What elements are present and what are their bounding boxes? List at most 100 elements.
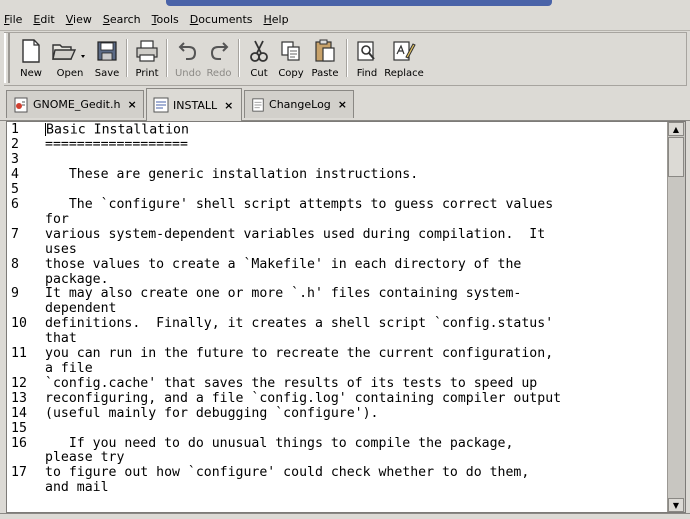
line-number: 11 [11, 346, 27, 362]
vertical-scrollbar[interactable]: ▲ ▼ [667, 122, 685, 512]
line-text[interactable]: and mail [45, 480, 109, 496]
line-number: 5 [11, 182, 19, 198]
line-text[interactable]: definitions. Finally, it creates a shell… [45, 316, 553, 332]
new-document-icon [21, 37, 41, 65]
redo-button[interactable]: Redo [204, 33, 234, 83]
editor-line[interactable]: that [7, 331, 667, 347]
editor-line[interactable]: 12 `config.cache' that saves the results … [7, 375, 667, 392]
clipboard-icon [314, 37, 336, 65]
editor-line[interactable]: 8 those values to create a `Makefile' in … [7, 257, 667, 273]
line-text[interactable]: those values to create a `Makefile' in e… [45, 257, 521, 273]
floppy-disk-icon [96, 37, 118, 65]
menu-documents[interactable]: Documents [185, 13, 259, 26]
line-text[interactable]: a file [45, 361, 93, 377]
status-bar [0, 513, 690, 519]
save-button[interactable]: Save [92, 33, 122, 83]
header-file-icon [14, 97, 28, 112]
undo-arrow-icon [178, 37, 198, 65]
line-number [7, 362, 45, 377]
editor-line[interactable]: 15 [7, 421, 667, 437]
tab-gnome-gedit-h[interactable]: GNOME_Gedit.h × [6, 90, 144, 118]
editor-line[interactable]: 2 ================== [7, 138, 667, 153]
printer-icon [135, 37, 159, 65]
editor-line[interactable]: 6 The `configure' shell script attempts … [7, 197, 667, 213]
line-number: 16 [11, 435, 27, 451]
editor-line[interactable]: 4 These are generic installation instruc… [7, 167, 667, 183]
undo-button[interactable]: Undo [172, 33, 204, 83]
tab-close-icon[interactable]: × [224, 99, 233, 112]
line-text[interactable]: for [45, 212, 69, 228]
editor-line[interactable]: for [7, 212, 667, 228]
line-text[interactable]: various system-dependent variables used … [45, 227, 545, 243]
text-file-icon [252, 97, 264, 112]
line-number [7, 302, 45, 317]
open-folder-icon [51, 37, 89, 65]
line-text[interactable]: If you need to do unusual things to comp… [45, 436, 514, 452]
print-button[interactable]: Print [132, 33, 162, 83]
editor-line[interactable]: a file [7, 361, 667, 377]
line-text[interactable]: (useful mainly for debugging `configure'… [45, 406, 378, 422]
cut-button[interactable]: Cut [244, 33, 274, 83]
find-button[interactable]: Find [352, 33, 382, 83]
editor-line[interactable]: 16 If you need to do unusual things to c… [7, 435, 667, 452]
menu-file[interactable]: File [0, 13, 28, 26]
editor-line[interactable]: 3 [7, 152, 667, 168]
scroll-down-icon[interactable]: ▼ [668, 498, 684, 512]
line-number: 2 [11, 137, 19, 153]
line-text[interactable]: you can run in the future to recreate th… [45, 346, 553, 362]
editor-line[interactable]: 5 [7, 182, 667, 198]
tab-install[interactable]: INSTALL × [146, 88, 242, 121]
copy-button[interactable]: Copy [274, 33, 308, 83]
editor-line[interactable]: 1 Basic Installation [7, 122, 667, 138]
line-number: 10 [11, 316, 27, 332]
line-number: 17 [11, 465, 27, 481]
text-editor[interactable]: 1 Basic Installation 2 ================== 3 4… [6, 121, 686, 513]
tab-changelog[interactable]: ChangeLog × [244, 90, 354, 118]
editor-lines[interactable]: 1 Basic Installation 2 ================== 3 4… [7, 122, 667, 496]
line-number: 4 [11, 167, 19, 183]
menu-help[interactable]: Help [259, 13, 295, 26]
tab-close-icon[interactable]: × [338, 98, 347, 111]
redo-arrow-icon [209, 37, 229, 65]
title-highlight [166, 0, 552, 6]
editor-line[interactable]: 7 various system-dependent variables used… [7, 227, 667, 243]
editor-line[interactable]: 13 reconfiguring, and a file `config.log'… [7, 391, 667, 407]
scroll-thumb[interactable] [668, 137, 684, 177]
tab-close-icon[interactable]: × [127, 98, 136, 111]
line-number [7, 332, 45, 347]
line-text[interactable]: These are generic installation instructi… [45, 167, 418, 183]
scroll-up-icon[interactable]: ▲ [668, 122, 684, 136]
line-text[interactable]: reconfiguring, and a file `config.log' c… [45, 391, 561, 407]
menu-search[interactable]: Search [98, 13, 147, 26]
line-number [7, 273, 45, 288]
replace-pencil-icon [392, 37, 416, 65]
editor-line[interactable]: 11 you can run in the future to recreate … [7, 346, 667, 362]
line-text[interactable]: The `configure' shell script attempts to… [45, 197, 553, 213]
line-text[interactable]: Basic Installation [45, 123, 189, 138]
line-text[interactable]: `config.cache' that saves the results of… [45, 376, 537, 392]
line-number [7, 213, 45, 228]
line-number [7, 243, 45, 258]
editor-line[interactable]: 10 definitions. Finally, it creates a she… [7, 316, 667, 332]
editor-line[interactable]: and mail [7, 480, 667, 496]
menu-edit[interactable]: Edit [28, 13, 60, 26]
line-text[interactable]: to figure out how `configure' could chec… [45, 465, 529, 481]
editor-line[interactable]: 14 (useful mainly for debugging `configur… [7, 406, 667, 422]
new-button[interactable]: New [14, 33, 48, 83]
toolbar-grip[interactable] [4, 33, 10, 83]
replace-button[interactable]: Replace [382, 33, 426, 83]
editor-line[interactable]: 9 It may also create one or more `.h' fil… [7, 287, 667, 302]
line-text[interactable]: It may also create one or more `.h' file… [45, 287, 521, 302]
line-number [7, 451, 45, 466]
line-text[interactable]: ================== [45, 138, 188, 153]
line-text[interactable]: uses [45, 242, 77, 258]
paste-button[interactable]: Paste [308, 33, 342, 83]
line-text[interactable]: that [45, 331, 77, 347]
open-button[interactable]: Open [48, 33, 92, 83]
line-number: 12 [11, 375, 27, 391]
menu-tools[interactable]: Tools [147, 13, 185, 26]
line-number: 6 [11, 197, 19, 213]
editor-line[interactable]: uses [7, 242, 667, 258]
menu-view[interactable]: View [61, 13, 98, 26]
editor-line[interactable]: 17 to figure out how `configure' could ch… [7, 465, 667, 481]
